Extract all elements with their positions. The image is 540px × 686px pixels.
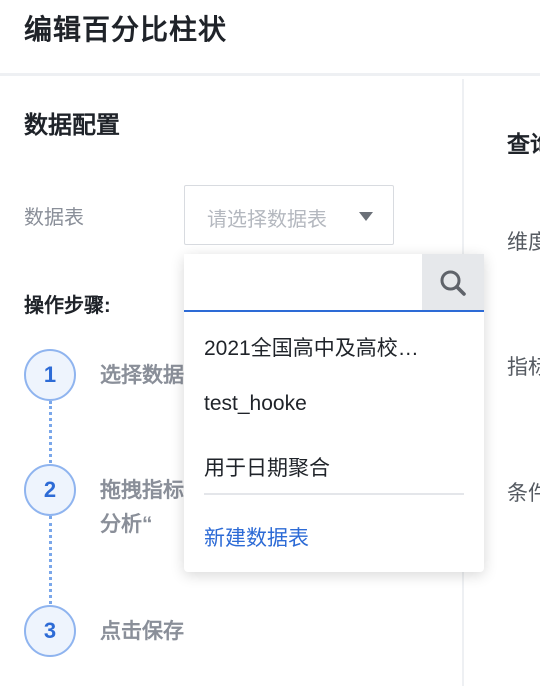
table-label: 数据表	[24, 207, 84, 229]
table-dropdown: 2021全国高中及高校… test_hooke 用于日期聚合 新建数据表	[184, 254, 484, 572]
steps-title: 操作步骤:	[24, 295, 111, 317]
search-icon	[440, 270, 466, 296]
table-select-placeholder: 请选择数据表	[207, 209, 327, 231]
step-connector	[49, 401, 52, 463]
step-text-3: 点击保存	[100, 620, 184, 643]
section-title: 数据配置	[24, 112, 120, 139]
table-select[interactable]: 请选择数据表	[184, 185, 394, 245]
dropdown-search-input[interactable]	[184, 254, 422, 312]
page-header: 编辑百分比柱状	[0, 0, 540, 76]
new-table-link[interactable]: 新建数据表	[204, 522, 466, 552]
dropdown-option[interactable]: 2021全国高中及高校…	[204, 332, 466, 362]
metric-label: 指标	[507, 356, 540, 379]
condition-label: 条件	[507, 482, 540, 505]
page-title: 编辑百分比柱状	[24, 14, 228, 45]
step-number-3: 3	[24, 605, 76, 657]
dropdown-option[interactable]: test_hooke	[204, 392, 466, 416]
step-number-2: 2	[24, 464, 76, 516]
dropdown-option[interactable]: 用于日期聚合	[204, 452, 466, 482]
step-text-2: 拖拽指标 分析“	[100, 479, 184, 536]
search-button[interactable]	[422, 254, 484, 312]
dimension-label: 维度	[507, 231, 540, 254]
step-connector	[49, 516, 52, 604]
dropdown-divider	[204, 493, 464, 495]
query-heading: 查询	[507, 131, 540, 157]
caret-down-icon	[359, 212, 373, 221]
step-number-1: 1	[24, 349, 76, 401]
step-text-1: 选择数据	[100, 364, 184, 387]
